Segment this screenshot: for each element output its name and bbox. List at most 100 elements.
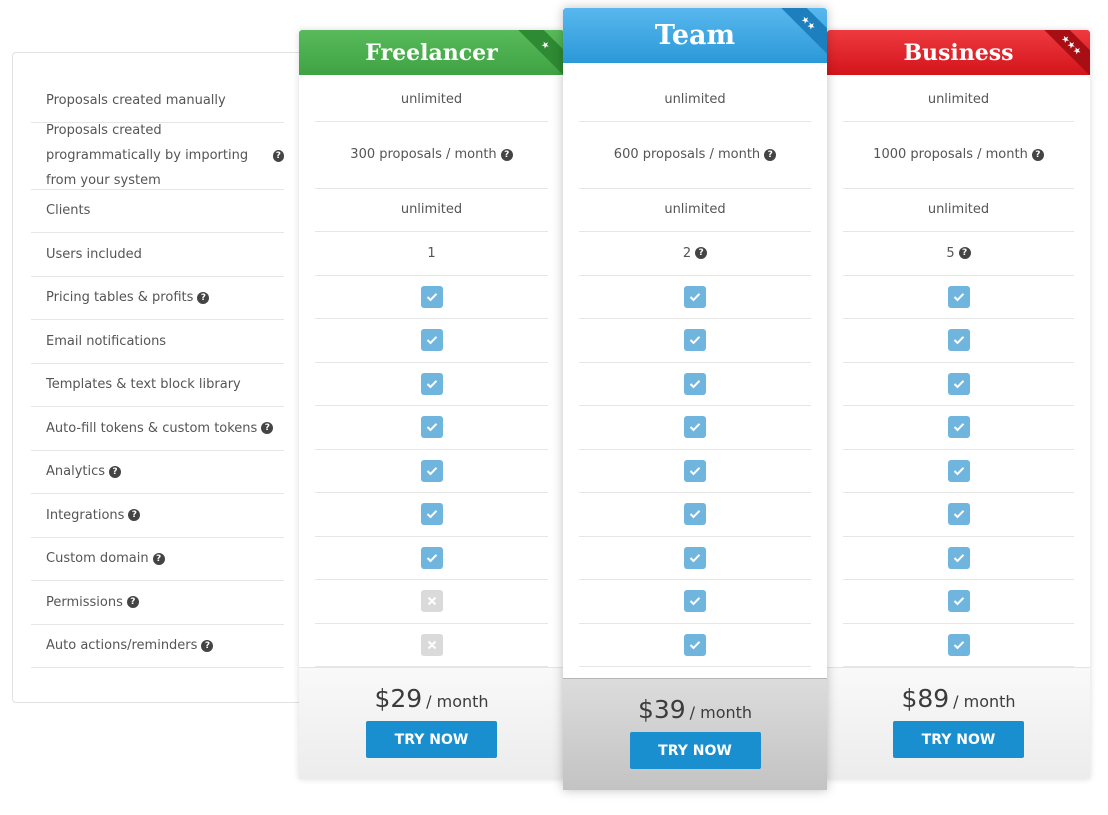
help-icon[interactable]: ? xyxy=(128,509,141,522)
plan-value-row xyxy=(315,493,548,537)
feature-row: Templates & text block library xyxy=(31,364,284,407)
feature-label: Auto-fill tokens & custom tokens xyxy=(46,420,258,436)
plan-value-text: 1 xyxy=(427,245,436,261)
help-icon[interactable]: ? xyxy=(1031,148,1044,161)
feature-label: Templates & text block library xyxy=(46,377,241,393)
plan-value-text: 5 xyxy=(946,245,955,261)
plan-value-row: 600 proposals / month? xyxy=(579,122,811,189)
help-icon[interactable]: ? xyxy=(272,149,284,162)
check-icon xyxy=(947,590,970,613)
check-icon xyxy=(684,633,706,656)
help-icon[interactable]: ? xyxy=(152,552,165,565)
help-icon[interactable]: ? xyxy=(764,148,777,161)
plan-header: Team ★★ xyxy=(563,8,827,63)
feature-row: Proposals created programmatically by im… xyxy=(31,123,284,190)
plan-value-row xyxy=(579,319,811,363)
plan-value-row xyxy=(843,580,1074,624)
plan-value-row: 1000 proposals / month? xyxy=(843,122,1074,189)
price-amount: $89 xyxy=(901,684,950,713)
star-ribbon-icon: ★★★ xyxy=(1037,30,1090,75)
plan-value-row xyxy=(579,363,811,406)
plan-value-text: unlimited xyxy=(927,91,990,107)
plan-feature-values: unlimited 600 proposals / month? unlimited… xyxy=(579,78,811,667)
features-list: Proposals created manually Proposals crea… xyxy=(31,79,284,668)
features-panel: Proposals created manually Proposals crea… xyxy=(12,52,312,703)
feature-row: Custom domain? xyxy=(31,538,284,581)
plan-value-row: 300 proposals / month? xyxy=(315,122,548,189)
help-icon[interactable]: ? xyxy=(958,247,971,260)
help-icon[interactable]: ? xyxy=(261,422,274,435)
feature-row: Clients xyxy=(31,190,284,233)
feature-label: Analytics xyxy=(46,464,106,480)
check-icon xyxy=(947,329,970,352)
feature-label: Auto actions/reminders xyxy=(46,638,198,654)
plan-price: $29/ month xyxy=(374,684,488,713)
star-ribbon-icon: ★★ xyxy=(774,8,827,58)
plan-value-row xyxy=(315,319,548,363)
plan-value-row xyxy=(579,450,811,493)
plan-freelancer: Freelancer ★ unlimited 300 proposals / mont… xyxy=(299,30,564,779)
plan-value-row xyxy=(579,580,811,624)
feature-row: Auto-fill tokens & custom tokens? xyxy=(31,407,284,451)
try-now-button[interactable]: TRY NOW xyxy=(893,721,1024,758)
check-icon xyxy=(684,416,706,439)
plan-team: Team ★★ unlimited 600 proposals / month? unl… xyxy=(563,8,827,790)
price-amount: $29 xyxy=(374,684,423,713)
feature-row: Users included xyxy=(31,233,284,277)
plan-value-row: unlimited xyxy=(843,189,1074,232)
feature-label: Clients xyxy=(46,203,91,219)
help-icon[interactable]: ? xyxy=(201,639,214,652)
plan-value-row: unlimited xyxy=(579,78,811,122)
plan-value-text: unlimited xyxy=(927,202,990,218)
check-icon xyxy=(684,372,706,395)
plan-value-row xyxy=(843,624,1074,667)
check-icon xyxy=(947,503,970,526)
plan-value-row: unlimited xyxy=(315,189,548,232)
help-icon[interactable]: ? xyxy=(197,291,210,304)
plan-value-row: 1 xyxy=(315,232,548,276)
plan-name: Team xyxy=(654,20,736,51)
try-now-button[interactable]: TRY NOW xyxy=(366,721,497,758)
feature-label: Proposals created manually xyxy=(46,92,226,108)
try-now-button[interactable]: TRY NOW xyxy=(629,732,761,769)
feature-label: Proposals created programmatically by im… xyxy=(46,123,249,188)
help-icon[interactable]: ? xyxy=(695,247,708,260)
check-icon xyxy=(420,546,443,569)
feature-label: Custom domain xyxy=(46,551,149,567)
check-icon xyxy=(420,503,443,526)
plan-value-row: unlimited xyxy=(579,189,811,232)
plan-value-row xyxy=(579,493,811,537)
plan-value-row xyxy=(579,406,811,450)
plan-value-row xyxy=(843,363,1074,406)
plan-feature-values: unlimited 1000 proposals / month? unlimite… xyxy=(843,78,1074,667)
plan-name: Freelancer xyxy=(365,39,498,66)
check-icon xyxy=(684,329,706,352)
help-icon[interactable]: ? xyxy=(109,465,122,478)
plan-business: Business ★★★ unlimited 1000 proposals / mon… xyxy=(827,30,1090,779)
plan-value-text: 300 proposals / month xyxy=(350,147,497,162)
x-icon xyxy=(420,590,443,613)
plan-value-text: unlimited xyxy=(400,202,463,218)
plan-price: $89/ month xyxy=(901,684,1015,713)
feature-row: Pricing tables & profits? xyxy=(31,277,284,320)
check-icon xyxy=(684,590,706,613)
price-period: / month xyxy=(426,692,489,711)
plan-footer: $29/ month TRY NOW xyxy=(299,667,564,779)
check-icon xyxy=(684,459,706,482)
price-amount: $39 xyxy=(637,695,686,724)
plan-value-row xyxy=(315,450,548,493)
plan-value-row: unlimited xyxy=(315,78,548,122)
plan-price: $39/ month xyxy=(638,695,752,724)
plan-header: Business ★★★ xyxy=(827,30,1090,75)
plan-feature-values: unlimited 300 proposals / month? unlimited… xyxy=(315,78,548,667)
check-icon xyxy=(947,459,970,482)
plan-value-row xyxy=(315,406,548,450)
plan-value-text: unlimited xyxy=(400,91,463,107)
help-icon[interactable]: ? xyxy=(126,596,139,609)
plan-value-row xyxy=(579,624,811,667)
help-icon[interactable]: ? xyxy=(500,148,513,161)
plan-value-row xyxy=(315,537,548,580)
plan-value-text: 600 proposals / month xyxy=(613,147,761,162)
check-icon xyxy=(684,503,706,526)
plan-value-row xyxy=(315,276,548,319)
